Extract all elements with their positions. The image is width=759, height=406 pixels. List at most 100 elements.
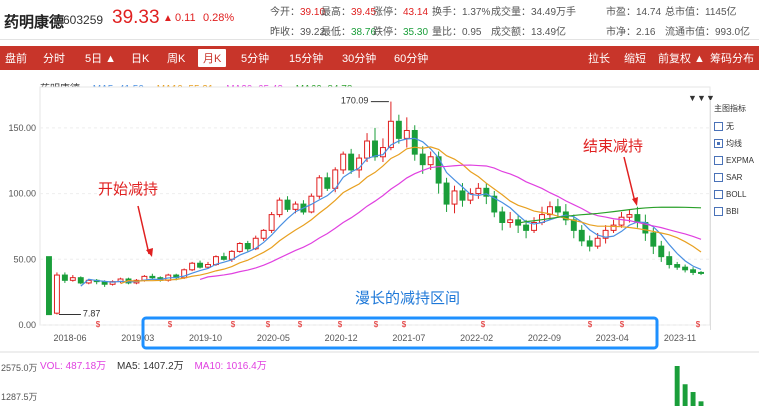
candle-body	[435, 156, 442, 184]
legend-stock-name: 药明康德	[40, 84, 80, 95]
candle-body	[515, 219, 522, 226]
stretch-button[interactable]: 拉长	[588, 50, 610, 66]
quote-pb: 市净：2.16	[606, 27, 656, 38]
candle-body	[292, 203, 299, 210]
candle-body	[212, 256, 219, 266]
candle-body	[427, 156, 434, 166]
event-marker-icon: $	[402, 320, 407, 329]
volume-bar	[674, 366, 680, 406]
volume-bar	[698, 401, 704, 406]
vol-axis-mid: 1287.5万	[1, 392, 38, 402]
up-arrow-icon: ▲	[163, 13, 173, 24]
tab-30min[interactable]: 30分钟	[342, 50, 376, 66]
vol-axis-top: 2575.0万	[1, 363, 38, 373]
quote-float-cap: 流通市值：993.0亿	[665, 27, 751, 38]
price-change-pct: 0.28%	[203, 12, 235, 24]
candle-body	[554, 206, 561, 213]
candle-body	[690, 269, 697, 273]
quote-limit-up: 涨停：43.14	[373, 7, 429, 18]
x-tick-label: 2018-06	[53, 333, 86, 343]
candle-body	[141, 275, 148, 281]
tab-monthly-k[interactable]: 月K	[198, 49, 227, 67]
quote-header: 药明康德 603259 39.33 ▲ 0.11 0.28% 今开：39.10 …	[0, 0, 759, 40]
candle-body	[650, 232, 657, 247]
quote-high: 最高：39.45	[321, 7, 377, 18]
candle-body	[411, 129, 418, 155]
indicator-bbi[interactable]: BBI	[714, 205, 739, 217]
adjust-dropdown[interactable]: 前复权 ▲	[658, 50, 705, 66]
candle-body	[658, 245, 665, 258]
indicator-boll[interactable]: BOLL	[714, 188, 746, 200]
candle-body	[483, 187, 490, 197]
quote-low: 最低：38.76	[321, 27, 377, 38]
candle-body	[165, 274, 172, 281]
x-tick-label: 2023-11	[664, 333, 696, 343]
candle-body	[682, 266, 689, 271]
candle-body	[666, 256, 673, 266]
candle-body	[205, 264, 211, 268]
candle-body	[109, 281, 116, 285]
candle-body	[356, 157, 363, 171]
candle-body	[531, 221, 538, 231]
shrink-button[interactable]: 缩短	[624, 50, 646, 66]
candle-body	[698, 271, 704, 274]
start-arrow-head-icon	[146, 248, 153, 257]
max-price-label: 170.09	[341, 96, 369, 106]
candle-body	[610, 224, 617, 231]
min-price-label: 7.87	[83, 308, 101, 318]
vol-label: VOL: 487.18万	[40, 361, 107, 372]
candle-body	[324, 177, 331, 189]
candle-body	[395, 120, 402, 139]
stock-code: 603259	[63, 13, 104, 27]
quote-volume: 成交量：34.49万手	[491, 7, 577, 18]
candle-body	[133, 279, 140, 284]
annotation-reduction-range: 漫长的减持区间	[355, 290, 461, 307]
annotation-end-reduction: 结束减持	[583, 138, 644, 155]
x-tick-label: 2019-10	[189, 333, 222, 343]
event-marker-icon: $	[620, 320, 625, 329]
candle-body	[61, 274, 68, 281]
candle-body	[602, 229, 609, 239]
indicator-none[interactable]: 无	[714, 120, 734, 132]
quote-amount: 成交额：13.49亿	[491, 27, 567, 38]
event-marker-icon: $	[338, 320, 343, 329]
indicator-sidebar: 主图指标 无 均线 EXPMA SAR BOLL BBI	[710, 100, 759, 330]
event-marker-icon: $	[231, 320, 236, 329]
checkbox-icon	[714, 172, 723, 182]
tab-weekly-k[interactable]: 周K	[167, 50, 185, 66]
tab-15min[interactable]: 15分钟	[289, 50, 323, 66]
candle-body	[244, 243, 251, 250]
volume-bar	[690, 392, 696, 406]
indicator-ma[interactable]: 均线	[714, 137, 742, 149]
tab-premarket[interactable]: 盘前	[5, 50, 27, 66]
sidebar-title: 主图指标	[714, 104, 746, 113]
candle-body	[387, 120, 394, 149]
candle-body	[157, 277, 164, 281]
x-tick-label: 2019-03	[121, 333, 154, 343]
volume-legend: VOL: 487.18万 MA5: 1407.2万 MA10: 1016.4万	[40, 357, 275, 372]
tab-5min[interactable]: 5分钟	[241, 50, 269, 66]
chart-control-icon: ▼	[688, 93, 697, 103]
legend-ma20: MA20: 65.42	[226, 84, 283, 95]
candle-body	[539, 214, 545, 223]
tab-5day[interactable]: 5日 ▲	[85, 50, 116, 66]
indicator-expma[interactable]: EXPMA	[714, 154, 754, 166]
tab-daily-k[interactable]: 日K	[131, 50, 149, 66]
volume-bar	[682, 384, 688, 406]
candle-body	[467, 193, 474, 201]
candle-body	[372, 140, 378, 158]
candle-body	[53, 274, 60, 314]
chip-distribution-button[interactable]: 筹码分布	[710, 50, 754, 66]
event-marker-icon: $	[266, 320, 271, 329]
candle-body	[403, 129, 410, 139]
stock-name: 药明康德	[4, 14, 65, 31]
event-marker-icon: $	[96, 320, 101, 329]
tab-60min[interactable]: 60分钟	[394, 50, 428, 66]
quote-open: 今开：39.10	[270, 7, 326, 18]
candle-body	[46, 256, 52, 316]
legend-ma60: MA60: 84.78	[295, 84, 353, 95]
indicator-sar[interactable]: SAR	[714, 171, 742, 183]
tab-intraday[interactable]: 分时	[43, 50, 65, 66]
candle-body	[220, 256, 227, 260]
candle-body	[101, 281, 108, 285]
